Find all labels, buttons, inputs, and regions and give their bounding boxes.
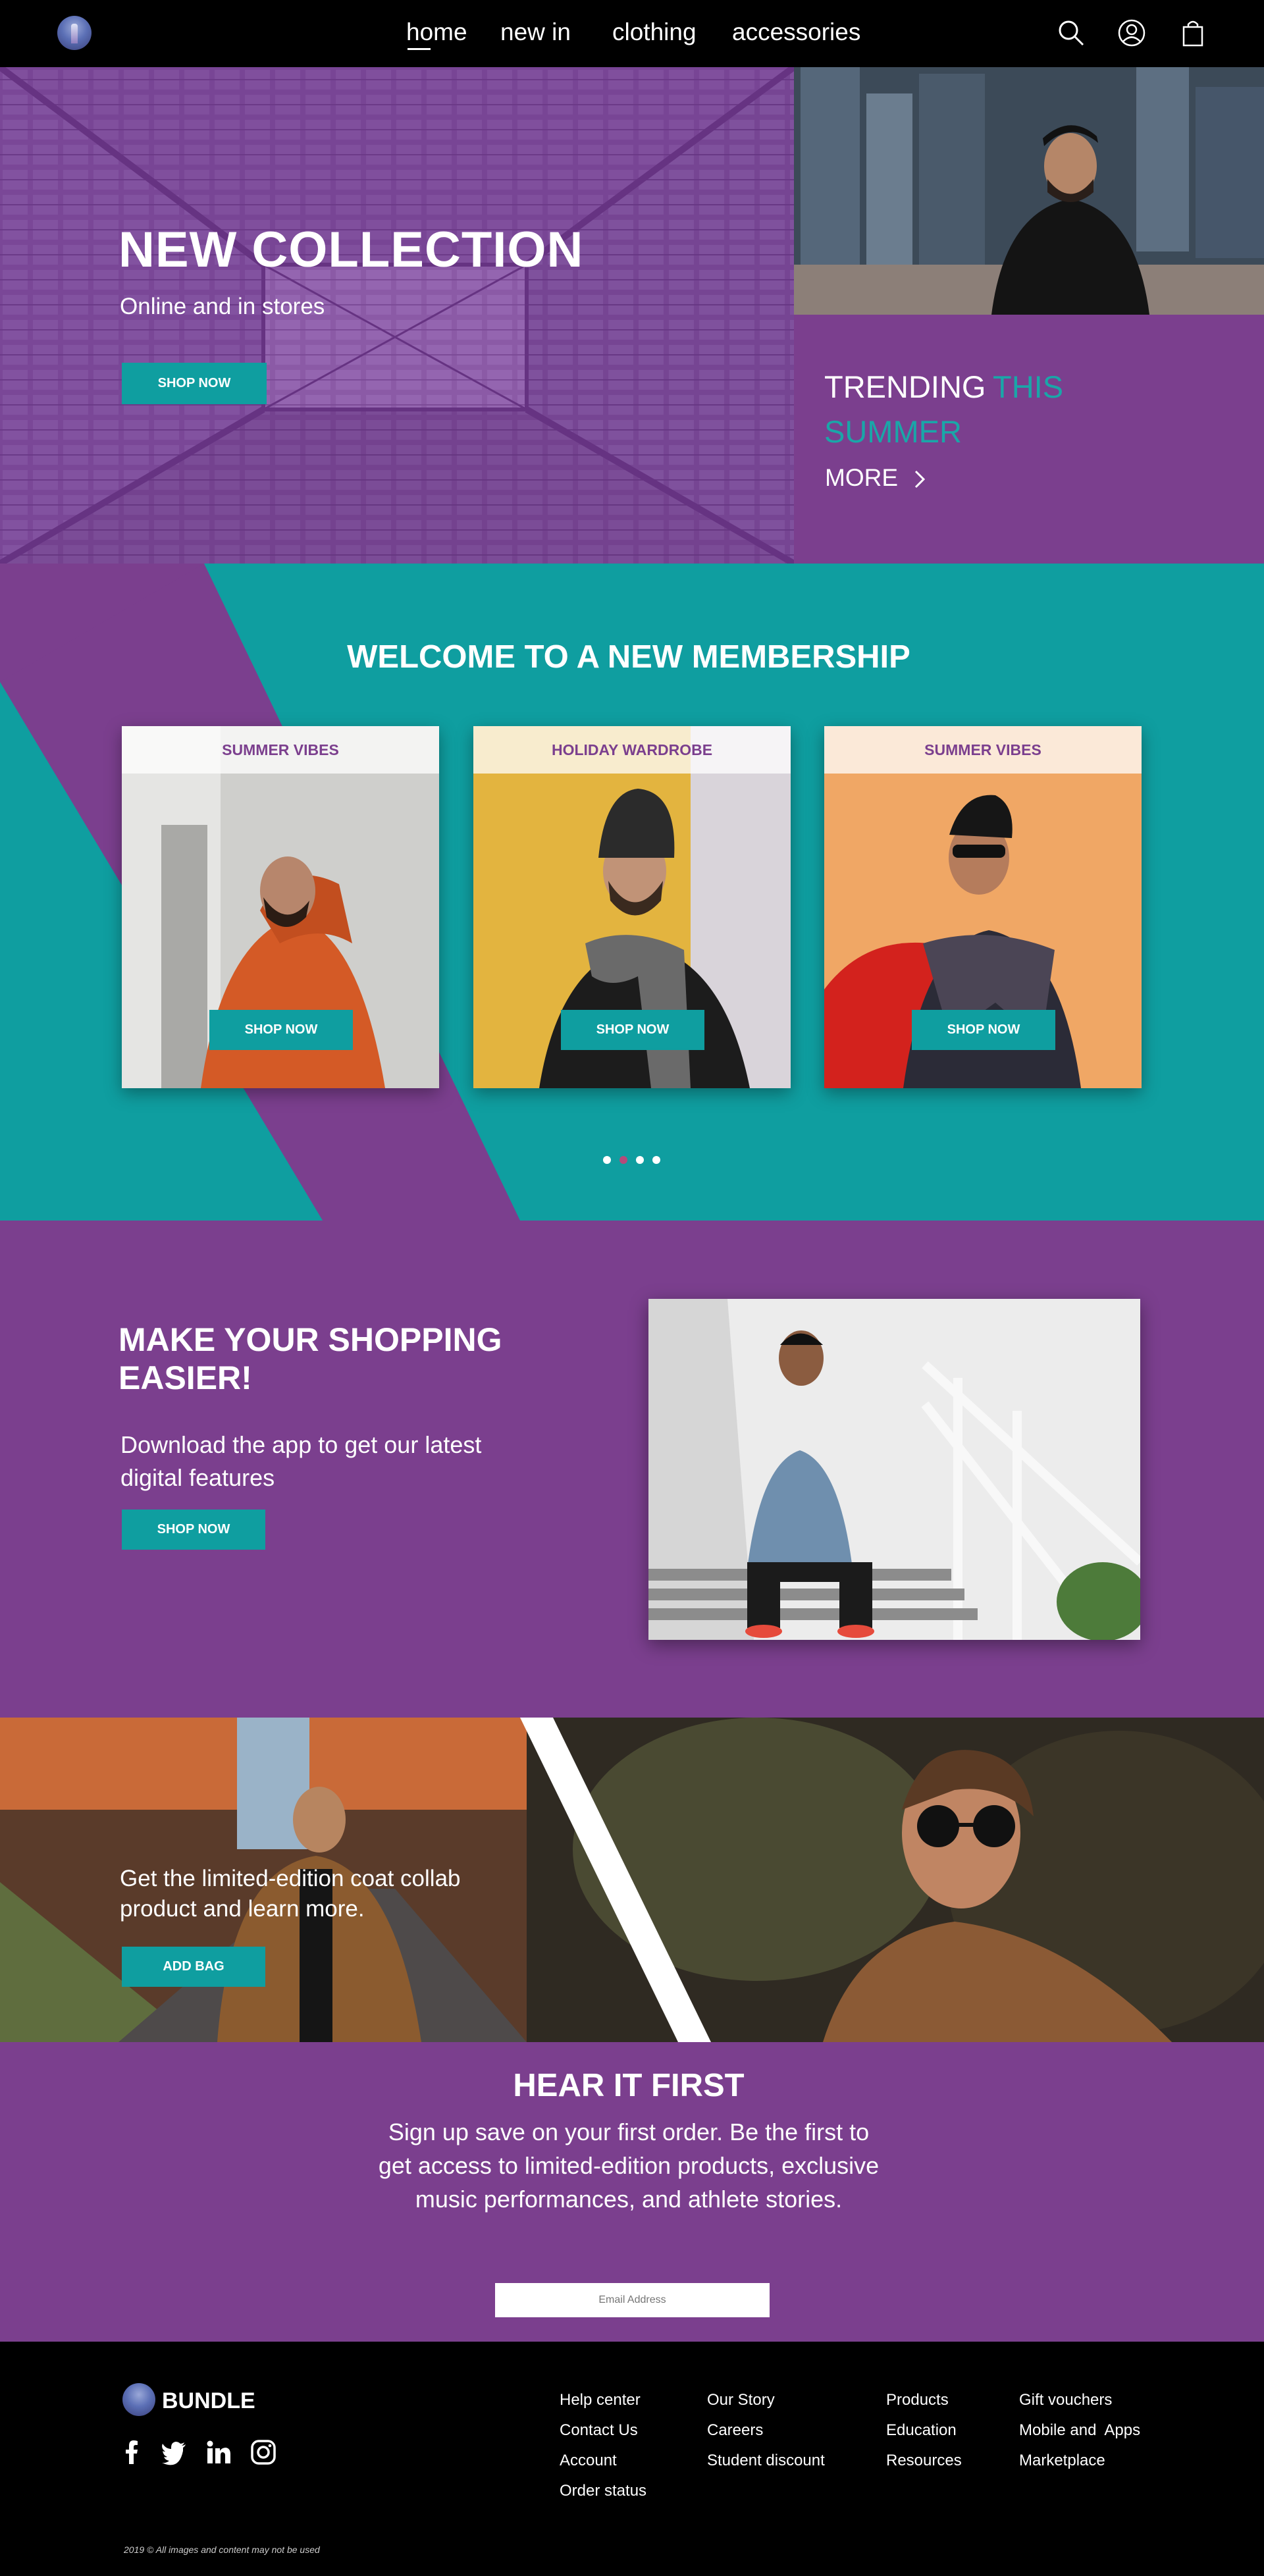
hero-title: NEW COLLECTION [118, 222, 584, 278]
product-card[interactable]: SUMMER VIBES SHOP NOW [122, 726, 439, 1088]
carousel-dot[interactable] [636, 1156, 644, 1164]
footer-column-more: Gift vouchers Mobile and Apps Marketplac… [1019, 2385, 1140, 2476]
card-label: HOLIDAY WARDROBE [473, 726, 791, 774]
footer-link-student-discount[interactable]: Student discount [707, 2446, 825, 2476]
hero-shop-now-button[interactable]: SHOP NOW [122, 363, 267, 404]
footer-link-account[interactable]: Account [560, 2446, 646, 2476]
trending-heading-accent: THIS [993, 369, 1064, 404]
footer-link-resources[interactable]: Resources [886, 2446, 962, 2476]
nav-new-in[interactable]: new in [500, 18, 571, 46]
trending-model-photo [794, 67, 1264, 315]
email-input[interactable] [495, 2283, 770, 2317]
footer-column-products: Products Education Resources [886, 2385, 962, 2476]
nav-accessories[interactable]: accessories [732, 18, 860, 46]
instagram-icon[interactable] [250, 2439, 276, 2465]
footer-link-gift-vouchers[interactable]: Gift vouchers [1019, 2385, 1140, 2415]
trending-heading: TRENDING [824, 369, 986, 404]
facebook-icon[interactable] [118, 2439, 145, 2465]
more-label: MORE [825, 464, 898, 491]
copyright-notice: 2019 © All images and content may not be… [124, 2544, 320, 2555]
trending-heading-accent-2: SUMMER [824, 414, 962, 449]
footer-logo[interactable] [122, 2383, 155, 2416]
hero-banner-image [0, 67, 794, 564]
card-label: SUMMER VIBES [824, 726, 1142, 774]
footer-link-products[interactable]: Products [886, 2385, 962, 2415]
footer-link-mobile-apps[interactable]: Mobile and Apps [1019, 2415, 1140, 2446]
card-shop-now-button[interactable]: SHOP NOW [912, 1010, 1055, 1050]
hero-subtitle: Online and in stores [120, 294, 325, 319]
more-link[interactable]: MORE [825, 464, 927, 492]
carousel-dot[interactable] [603, 1156, 611, 1164]
newsletter-title: HEAR IT FIRST [513, 2068, 745, 2103]
membership-title: WELCOME TO A NEW MEMBERSHIP [347, 639, 910, 675]
search-icon[interactable] [1057, 18, 1086, 47]
footer-link-marketplace[interactable]: Marketplace [1019, 2446, 1140, 2476]
footer-link-our-story[interactable]: Our Story [707, 2385, 825, 2415]
chevron-right-icon [915, 471, 926, 488]
footer-column-company: Our Story Careers Student discount [707, 2385, 825, 2476]
card-label: SUMMER VIBES [122, 726, 439, 774]
carousel-dot[interactable] [652, 1156, 660, 1164]
footer-link-education[interactable]: Education [886, 2415, 962, 2446]
footer-link-help-center[interactable]: Help center [560, 2385, 646, 2415]
app-promo-title: MAKE YOUR SHOPPING EASIER! [118, 1321, 502, 1396]
linkedin-icon[interactable] [205, 2439, 232, 2465]
account-icon[interactable] [1117, 18, 1146, 47]
nav-home[interactable]: home [406, 18, 467, 50]
newsletter-body: Sign up save on your first order. Be the… [378, 2118, 880, 2213]
footer-brand-name: BUNDLE [162, 2388, 255, 2413]
shopping-bag-icon[interactable] [1178, 18, 1207, 47]
app-shop-now-button[interactable]: SHOP NOW [122, 1510, 265, 1550]
footer-column-help: Help center Contact Us Account Order sta… [560, 2385, 646, 2506]
twitter-icon[interactable] [161, 2439, 187, 2465]
footer-link-order-status[interactable]: Order status [560, 2476, 646, 2506]
footer-link-contact-us[interactable]: Contact Us [560, 2415, 646, 2446]
add-bag-button[interactable]: ADD BAG [122, 1947, 265, 1987]
brand-logo[interactable] [57, 16, 92, 50]
product-card[interactable]: HOLIDAY WARDROBE SHOP NOW [473, 726, 791, 1088]
app-promo-description: Download the app to get our latest digit… [120, 1431, 482, 1491]
coat-collab-text: Get the limited-edition coat collab prod… [120, 1866, 461, 1922]
nav-clothing[interactable]: clothing [612, 18, 697, 46]
product-card[interactable]: SUMMER VIBES SHOP NOW [824, 726, 1142, 1088]
card-shop-now-button[interactable]: SHOP NOW [561, 1010, 704, 1050]
carousel-dot-active[interactable] [619, 1156, 627, 1164]
card-shop-now-button[interactable]: SHOP NOW [209, 1010, 353, 1050]
app-promo-photo [648, 1299, 1140, 1640]
footer-link-careers[interactable]: Careers [707, 2415, 825, 2446]
